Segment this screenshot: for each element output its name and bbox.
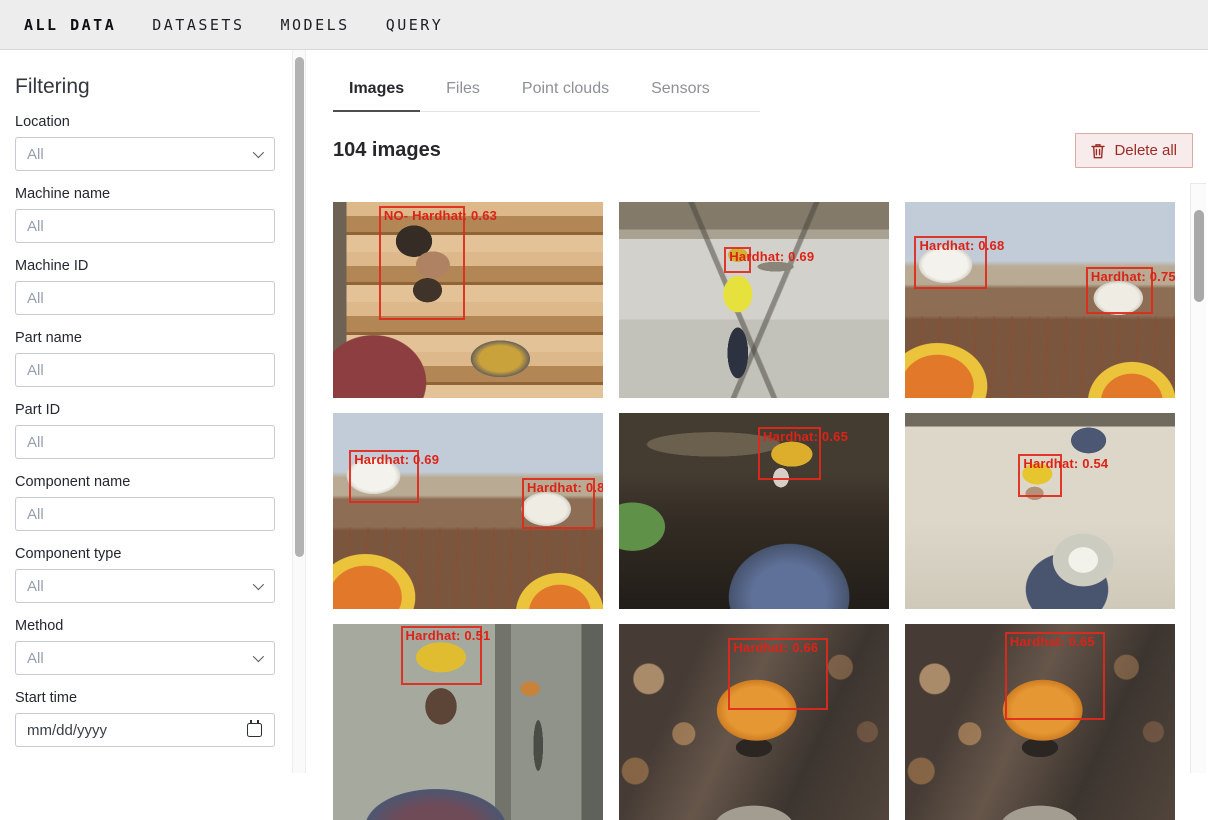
nav-item-models[interactable]: MODELS: [281, 16, 350, 34]
delete-all-button[interactable]: Delete all: [1075, 133, 1193, 168]
nav-item-datasets[interactable]: DATASETS: [152, 16, 244, 34]
grid-header: 104 images Delete all: [333, 133, 1193, 168]
sidebar-scrollbar[interactable]: [292, 50, 306, 773]
select-value: All: [27, 146, 44, 163]
chevron-down-icon: [253, 579, 264, 590]
detection-bbox: Hardhat: 0.81: [522, 478, 595, 529]
image-card[interactable]: Hardhat: 0.65: [619, 413, 889, 609]
image-card[interactable]: NO- Hardhat: 0.63: [333, 202, 603, 398]
select-value: All: [27, 578, 44, 595]
detection-label: Hardhat: 0.51: [406, 628, 491, 643]
image-card[interactable]: Hardhat: 0.65: [905, 624, 1175, 820]
start-time-input[interactable]: mm/dd/yyyy: [15, 713, 275, 747]
tab-files[interactable]: Files: [430, 80, 496, 112]
detection-bbox: Hardhat: 0.68: [914, 236, 987, 289]
filter-label: Location: [15, 113, 276, 131]
tab-point-clouds[interactable]: Point clouds: [506, 80, 625, 112]
tab-bar: Images Files Point clouds Sensors: [333, 80, 760, 112]
filter-label: Component name: [15, 473, 276, 491]
image-card[interactable]: Hardhat: 0.66: [619, 624, 889, 820]
chevron-down-icon: [253, 651, 264, 662]
detection-bbox: Hardhat: 0.69: [349, 450, 419, 503]
sidebar-title: Filtering: [15, 75, 276, 99]
detection-bbox: Hardhat: 0.65: [1005, 632, 1105, 720]
filter-location: Location All: [15, 113, 276, 171]
machine-name-input[interactable]: [15, 209, 275, 243]
trash-icon: [1091, 143, 1105, 159]
tab-sensors[interactable]: Sensors: [635, 80, 726, 112]
filter-part-id: Part ID: [15, 401, 276, 459]
detection-label: Hardhat: 0.54: [1023, 456, 1108, 471]
detection-bbox: NO- Hardhat: 0.63: [379, 206, 465, 320]
nav-item-query[interactable]: QUERY: [386, 16, 444, 34]
detection-bbox: Hardhat: 0.51: [401, 626, 482, 685]
filter-label: Component type: [15, 545, 276, 563]
detection-bbox: Hardhat: 0.75: [1086, 267, 1154, 314]
sidebar-scrollbar-thumb[interactable]: [295, 57, 304, 557]
nav-item-all-data[interactable]: ALL DATA: [24, 16, 116, 34]
filter-machine-name: Machine name: [15, 185, 276, 243]
component-type-select[interactable]: All: [15, 569, 275, 603]
component-name-input[interactable]: [15, 497, 275, 531]
part-name-input[interactable]: [15, 353, 275, 387]
filter-sidebar: Filtering Location All Machine name Mach…: [0, 50, 292, 773]
filter-label: Machine ID: [15, 257, 276, 275]
image-card[interactable]: Hardhat: 0.69: [619, 202, 889, 398]
chevron-down-icon: [253, 147, 264, 158]
delete-all-label: Delete all: [1114, 142, 1177, 159]
filter-label: Machine name: [15, 185, 276, 203]
calendar-icon[interactable]: [247, 723, 262, 737]
machine-id-input[interactable]: [15, 281, 275, 315]
filter-method: Method All: [15, 617, 276, 675]
filter-component-name: Component name: [15, 473, 276, 531]
select-value: All: [27, 650, 44, 667]
detection-label: Hardhat: 0.65: [1010, 634, 1095, 649]
filter-label: Method: [15, 617, 276, 635]
image-count: 104 images: [333, 139, 441, 162]
detection-label: Hardhat: 0.68: [919, 238, 1004, 253]
detection-label: NO- Hardhat: 0.63: [384, 208, 497, 223]
location-select[interactable]: All: [15, 137, 275, 171]
method-select[interactable]: All: [15, 641, 275, 675]
main-scrollbar[interactable]: [1190, 183, 1206, 773]
filter-label: Part ID: [15, 401, 276, 419]
detection-bbox: Hardhat: 0.66: [728, 638, 828, 711]
filter-label: Start time: [15, 689, 276, 707]
main-scrollbar-thumb[interactable]: [1194, 210, 1204, 302]
filter-component-type: Component type All: [15, 545, 276, 603]
filter-label: Part name: [15, 329, 276, 347]
detection-bbox: Hardhat: 0.54: [1018, 454, 1061, 497]
detection-label: Hardhat: 0.75: [1091, 269, 1175, 284]
detection-label: Hardhat: 0.69: [354, 452, 439, 467]
detection-bbox: Hardhat: 0.65: [758, 427, 821, 480]
filter-start-time: Start time mm/dd/yyyy: [15, 689, 276, 747]
date-placeholder: mm/dd/yyyy: [27, 722, 107, 739]
detection-label: Hardhat: 0.65: [763, 429, 848, 444]
filter-machine-id: Machine ID: [15, 257, 276, 315]
detection-bbox: Hardhat: 0.69: [724, 247, 751, 272]
filter-part-name: Part name: [15, 329, 276, 387]
top-nav: ALL DATA DATASETS MODELS QUERY: [0, 0, 1208, 50]
image-grid: NO- Hardhat: 0.63Hardhat: 0.69Hardhat: 0…: [333, 202, 1193, 820]
image-card[interactable]: Hardhat: 0.54: [905, 413, 1175, 609]
image-card[interactable]: Hardhat: 0.69 Hardhat: 0.81: [333, 413, 603, 609]
image-card[interactable]: Hardhat: 0.68 Hardhat: 0.75: [905, 202, 1175, 398]
part-id-input[interactable]: [15, 425, 275, 459]
image-card[interactable]: Hardhat: 0.51: [333, 624, 603, 820]
detection-label: Hardhat: 0.81: [527, 480, 603, 495]
detection-label: Hardhat: 0.69: [729, 249, 814, 264]
tab-images[interactable]: Images: [333, 80, 420, 112]
main-content: Images Files Point clouds Sensors 104 im…: [310, 50, 1208, 773]
detection-label: Hardhat: 0.66: [733, 640, 818, 655]
